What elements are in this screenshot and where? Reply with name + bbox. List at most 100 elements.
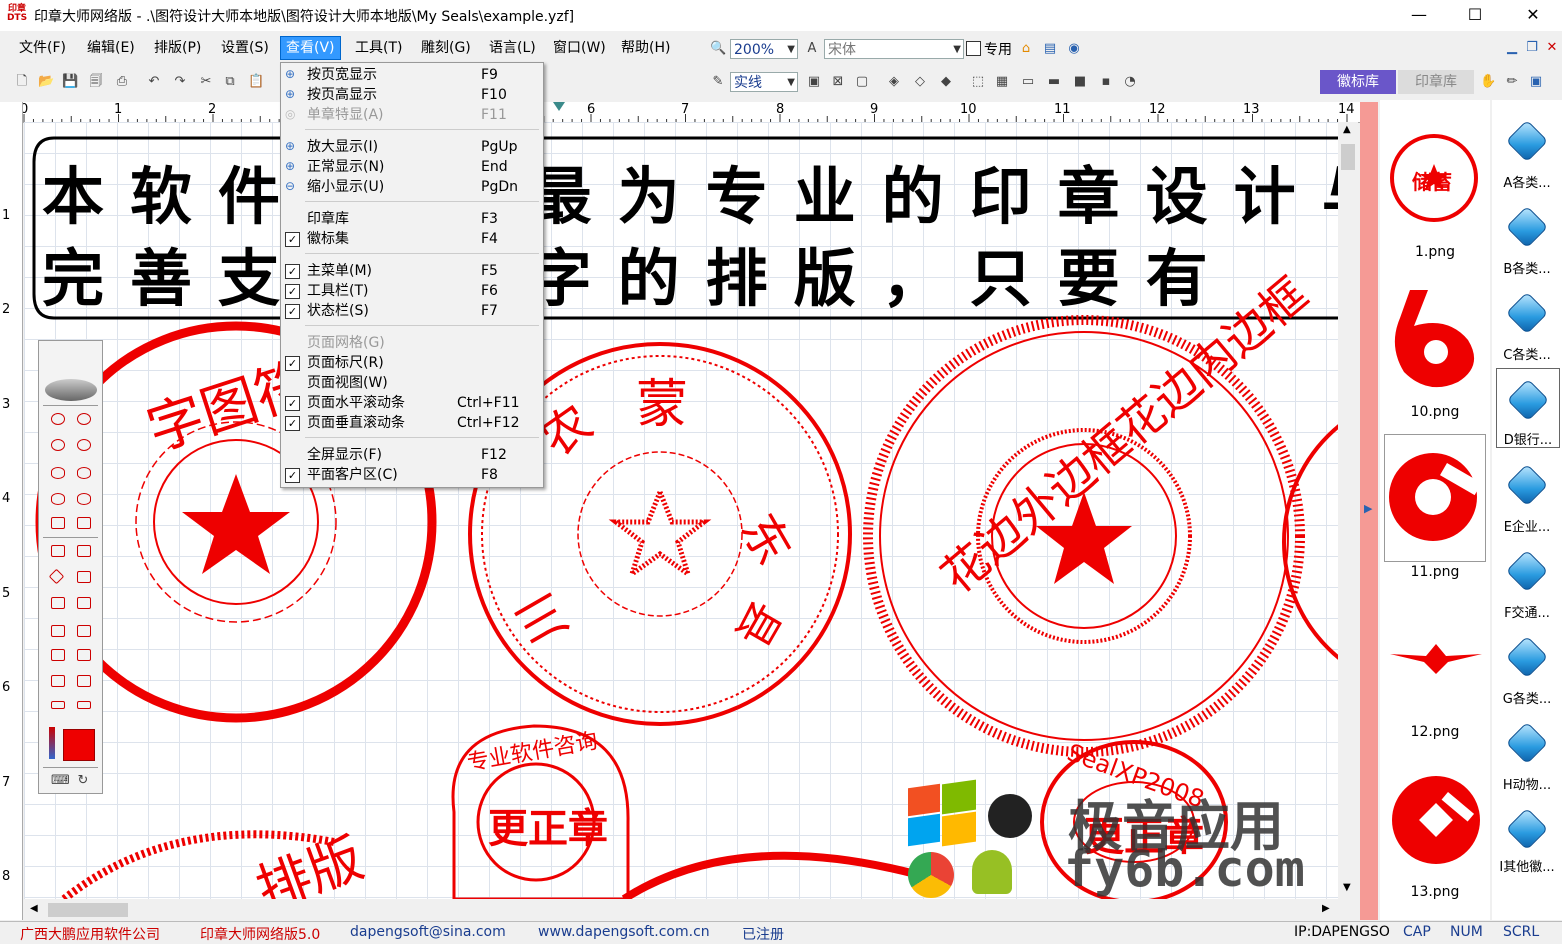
color-gradient-icon[interactable]	[49, 727, 55, 759]
oval-line-icon[interactable]	[51, 493, 65, 505]
home-icon[interactable]: ⌂	[1018, 41, 1034, 57]
tab-seal-library[interactable]: 印章库	[1398, 70, 1474, 94]
oval-dotted-icon[interactable]	[77, 467, 91, 479]
category-e[interactable]: E企业...	[1492, 458, 1562, 538]
paste-icon[interactable]: 📋	[248, 74, 264, 90]
special-checkbox[interactable]	[966, 41, 981, 56]
circle-star-icon[interactable]	[51, 413, 65, 425]
diamond-icon[interactable]	[48, 568, 65, 585]
menu-window[interactable]: 窗口(W)	[548, 37, 611, 59]
select-group-icon[interactable]: ⬚	[970, 74, 986, 90]
circle-seal-icon[interactable]	[77, 413, 91, 425]
book-icon[interactable]: ▤	[1042, 41, 1058, 57]
menu-engrave[interactable]: 雕刻(G)	[416, 37, 476, 59]
double-col-icon[interactable]	[77, 597, 91, 609]
menu-item-page-view[interactable]: 页面视图(W)	[281, 373, 543, 393]
frame-icon[interactable]: ▢	[854, 74, 870, 90]
menu-tools[interactable]: 工具(T)	[350, 37, 407, 59]
layout-e-icon[interactable]	[51, 675, 65, 687]
layer-icon[interactable]: ■	[1072, 74, 1088, 90]
rotate-left-icon[interactable]: ◈	[886, 74, 902, 90]
scroll-left-icon[interactable]: ◀	[30, 903, 38, 914]
print-icon[interactable]: ⎙	[114, 74, 130, 90]
hand-icon[interactable]: ✋	[1480, 74, 1496, 90]
menu-item-zoom-normal[interactable]: ⊕ 正常显示(N) End	[281, 157, 543, 177]
strip-icon[interactable]	[51, 701, 65, 709]
front-icon[interactable]: ▭	[1020, 74, 1036, 90]
category-a[interactable]: A各类...	[1492, 114, 1562, 194]
save-icon[interactable]: 💾	[62, 74, 78, 90]
menu-language[interactable]: 语言(L)	[484, 37, 541, 59]
zoom-icon[interactable]: 🔍	[710, 41, 726, 57]
scroll-up-icon[interactable]: ▲	[1343, 124, 1351, 135]
flip-icon[interactable]: ◆	[938, 74, 954, 90]
menu-item-hscroll[interactable]: ✓ 页面水平滚动条 Ctrl+F11	[281, 393, 543, 413]
menu-item-fit-width[interactable]: ⊕ 按页宽显示 F9	[281, 65, 543, 85]
scroll-thumb[interactable]	[48, 903, 128, 917]
menu-item-statusbar[interactable]: ✓ 状态栏(S) F7	[281, 301, 543, 321]
menu-item-emblem-set[interactable]: ✓ 徽标集 F4	[281, 229, 543, 249]
circle-bar-icon[interactable]	[77, 439, 91, 451]
menu-layout[interactable]: 排版(P)	[149, 37, 206, 59]
menu-item-page-ruler[interactable]: ✓ 页面标尺(R)	[281, 353, 543, 373]
menu-item-zoom-out[interactable]: ⊖ 缩小显示(U) PgDn	[281, 177, 543, 197]
undo-icon[interactable]: ↶	[146, 74, 162, 90]
tab-emblem-library[interactable]: 徽标库	[1320, 70, 1396, 94]
panel-splitter[interactable]: ▶	[1360, 102, 1378, 920]
eye-icon[interactable]: ◉	[1066, 41, 1082, 57]
category-c[interactable]: C各类...	[1492, 286, 1562, 366]
mdi-restore-icon[interactable]: ❐	[1524, 40, 1540, 56]
menu-view[interactable]: 查看(V)	[280, 36, 341, 60]
menu-help[interactable]: 帮助(H)	[616, 37, 675, 59]
quad-grid-icon[interactable]	[51, 597, 65, 609]
oval-bar-icon[interactable]	[77, 493, 91, 505]
seal-thumb-10[interactable]	[1388, 286, 1480, 390]
status-website[interactable]: www.dapengsoft.com.cn	[538, 924, 710, 940]
close-button[interactable]: ✕	[1510, 0, 1556, 31]
expand-arrow-icon[interactable]: ▶	[1364, 502, 1372, 515]
vertical-scrollbar[interactable]: ▲ ▼	[1338, 122, 1358, 900]
pencil-icon[interactable]: ✏	[1504, 74, 1520, 90]
menu-item-vscroll[interactable]: ✓ 页面垂直滚动条 Ctrl+F12	[281, 413, 543, 433]
category-i[interactable]: I其他徽...	[1492, 802, 1562, 882]
layout-c-icon[interactable]	[51, 649, 65, 661]
refresh-icon[interactable]: ↻	[75, 773, 91, 789]
category-g[interactable]: G各类...	[1492, 630, 1562, 710]
category-f[interactable]: F交通...	[1492, 544, 1562, 624]
design-canvas[interactable]: 本软件是 止最为专业的印章设计与 完善支 言文字的排版，只要有 字图符 蒙 农 …	[24, 122, 1338, 899]
ruler-marker[interactable]	[553, 102, 565, 111]
menu-item-flat-client[interactable]: ✓ 平面客户区(C) F8	[281, 465, 543, 485]
rect-split-icon[interactable]	[77, 545, 91, 557]
menu-item-main-menu[interactable]: ✓ 主菜单(M) F5	[281, 261, 543, 281]
seal-thumb-1[interactable]: 储蓄	[1388, 130, 1480, 226]
category-h[interactable]: H动物...	[1492, 716, 1562, 796]
align-icon[interactable]: ▦	[994, 74, 1010, 90]
menu-item-fit-height[interactable]: ⊕ 按页高显示 F10	[281, 85, 543, 105]
zoom-select[interactable]: 200% ▼	[730, 39, 798, 59]
seal-thumb-12[interactable]	[1388, 640, 1484, 680]
pie-icon[interactable]: ◔	[1122, 74, 1138, 90]
horizontal-scrollbar[interactable]: ◀ ▶	[24, 900, 1338, 920]
scroll-down-icon[interactable]: ▼	[1343, 882, 1351, 893]
rect-icon[interactable]	[51, 545, 65, 557]
image-icon[interactable]: ▣	[1528, 74, 1544, 90]
layout-f-icon[interactable]	[77, 675, 91, 687]
copy-icon[interactable]: ⧉	[222, 74, 238, 90]
pen-icon[interactable]: ✎	[710, 74, 726, 90]
seal-thumb-11[interactable]	[1384, 434, 1486, 562]
maximize-button[interactable]: ☐	[1452, 0, 1498, 31]
cut-icon[interactable]: ✂	[198, 74, 214, 90]
frame-x-icon[interactable]: ⊠	[830, 74, 846, 90]
minimize-button[interactable]: —	[1396, 0, 1442, 31]
menu-item-fullscreen[interactable]: 全屏显示(F) F12	[281, 445, 543, 465]
new-icon[interactable]: 🗋	[14, 74, 30, 90]
layout-a-icon[interactable]	[51, 625, 65, 637]
rect-dotted-icon[interactable]	[77, 517, 91, 529]
scroll-thumb[interactable]	[1341, 144, 1355, 170]
menu-item-seal-library[interactable]: 印章库 F3	[281, 209, 543, 229]
menu-item-toolbar[interactable]: ✓ 工具栏(T) F6	[281, 281, 543, 301]
mdi-minimize-icon[interactable]: ▁	[1504, 40, 1520, 56]
back-icon[interactable]: ▬	[1046, 74, 1062, 90]
layout-b-icon[interactable]	[77, 625, 91, 637]
circle-line-icon[interactable]	[51, 439, 65, 451]
